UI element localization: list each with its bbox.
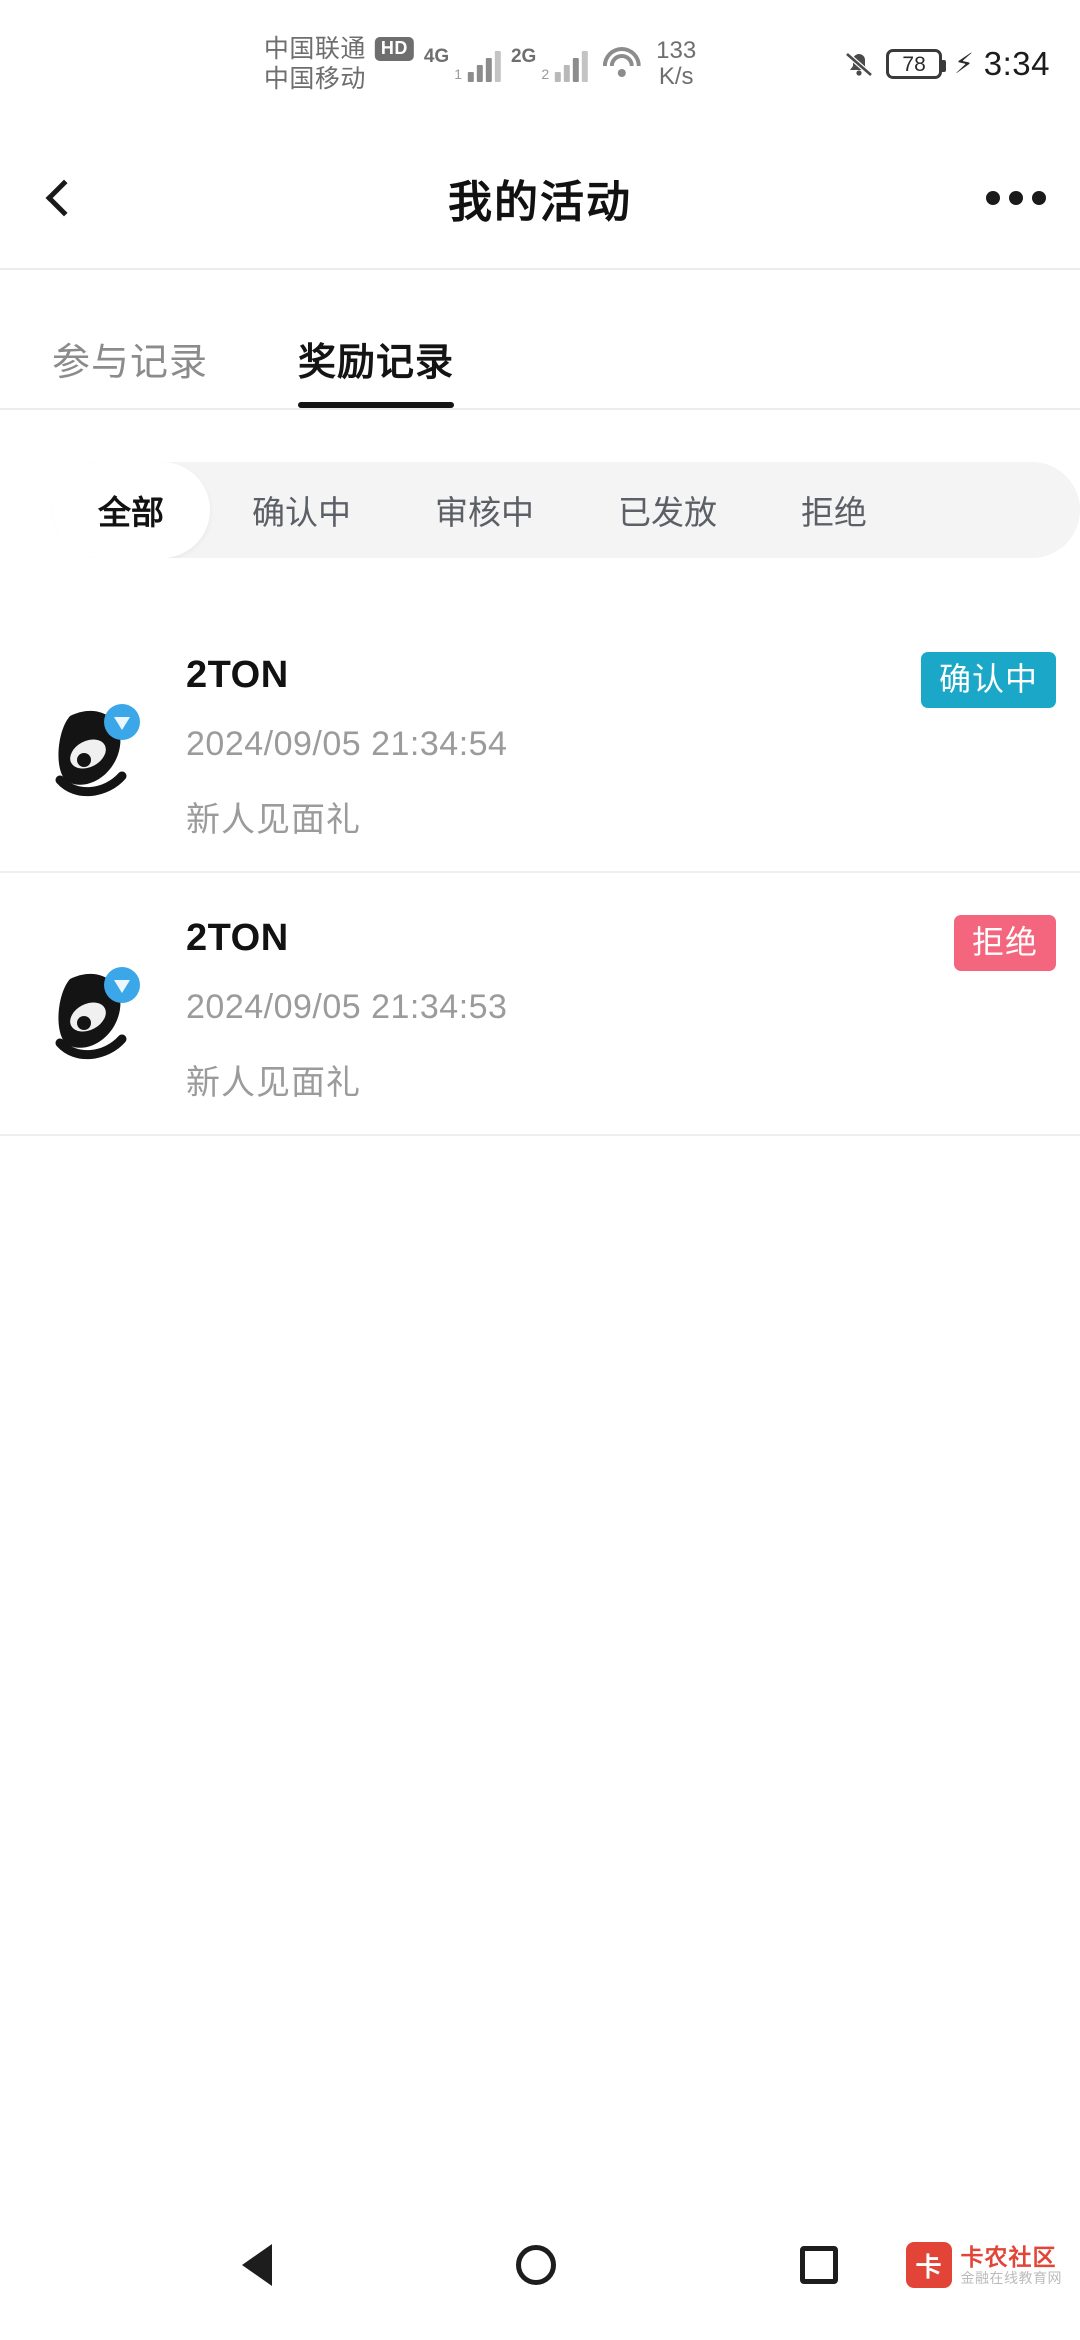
- status-badge: 确认中: [920, 652, 1056, 708]
- carrier-secondary-row: 中国移动: [264, 64, 414, 95]
- list-item-content: 2TON 2024/09/05 21:34:53 新人见面礼: [160, 907, 1040, 1104]
- carrier-primary-row: 中国联通 HD: [264, 34, 414, 65]
- watermark-subtitle: 金融在线教育网: [960, 2270, 1062, 2287]
- reward-timestamp: 2024/09/05 21:34:53: [186, 988, 508, 1026]
- signal-secondary-group: 2G 2: [510, 45, 589, 82]
- filter-section: 全部 确认中 审核中 已发放 拒绝: [0, 410, 1080, 558]
- page-title: 我的活动: [448, 178, 632, 227]
- dot-icon: [1009, 191, 1023, 205]
- android-nav-bar: 卡 卡农社区 金融在线教育网: [0, 2190, 1080, 2340]
- filter-chip-reviewing[interactable]: 审核中: [393, 462, 576, 558]
- status-bar: 中国联通 HD 中国移动 4G 1 2G 2 133 K/s 78 ⚡ 3:34: [0, 0, 1080, 128]
- ton-coin-icon: [40, 688, 160, 808]
- nav-recents-icon[interactable]: [800, 2246, 838, 2284]
- wifi-icon: [602, 47, 642, 79]
- watermark-text: 卡农社区 金融在线教育网: [961, 2244, 1063, 2287]
- signal-bars-primary-icon: [467, 48, 501, 82]
- charging-bolt-icon: ⚡: [954, 48, 974, 79]
- app-header: 我的活动: [0, 128, 1080, 270]
- reward-description: 新人见面礼: [186, 801, 361, 839]
- network-speed-value: 133: [656, 36, 697, 64]
- reward-name: 2TON: [186, 917, 289, 959]
- clock-label: 3:34: [983, 45, 1050, 82]
- battery-icon: 78: [886, 49, 947, 79]
- list-item[interactable]: 2TON 2024/09/05 21:34:53 新人见面礼 拒绝: [0, 873, 1080, 1136]
- reward-records-list: 2TON 2024/09/05 21:34:54 新人见面礼 确认中 2TON: [0, 610, 1080, 2190]
- filter-chip-all[interactable]: 全部: [52, 462, 210, 558]
- battery-percent-label: 78: [902, 52, 926, 76]
- network-type-primary-label: 4G: [423, 45, 450, 67]
- reward-name: 2TON: [186, 654, 289, 696]
- list-item-content: 2TON 2024/09/05 21:34:54 新人见面礼: [160, 644, 1040, 841]
- network-type-secondary-label: 2G: [510, 45, 537, 67]
- sim2-indicator: 2: [541, 65, 550, 82]
- carrier-secondary-label: 中国移动: [263, 65, 366, 93]
- carrier-primary-label: 中国联通: [263, 34, 366, 63]
- signal-bars-secondary-icon: [555, 48, 589, 82]
- reward-timestamp: 2024/09/05 21:34:54: [186, 725, 508, 763]
- status-badge: 拒绝: [953, 915, 1056, 971]
- status-bar-center: 中国联通 HD 中国移动 4G 1 2G 2 133 K/s: [264, 34, 696, 95]
- more-options-button[interactable]: [986, 191, 1046, 205]
- phone-screen: 中国联通 HD 中国移动 4G 1 2G 2 133 K/s 78 ⚡ 3:34…: [0, 0, 1080, 2340]
- tab-participation-records[interactable]: 参与记录: [52, 331, 208, 408]
- list-item[interactable]: 2TON 2024/09/05 21:34:54 新人见面礼 确认中: [0, 610, 1080, 873]
- network-speed-unit: K/s: [658, 63, 694, 90]
- bell-muted-icon: [842, 47, 876, 81]
- signal-primary-group: 4G 1: [424, 47, 501, 82]
- reward-description: 新人见面礼: [186, 1064, 361, 1102]
- watermark: 卡 卡农社区 金融在线教育网: [905, 2242, 1063, 2288]
- filter-chip-confirming[interactable]: 确认中: [210, 462, 393, 558]
- watermark-title: 卡农社区: [960, 2243, 1057, 2270]
- sim1-indicator: 1: [454, 65, 462, 82]
- carrier-labels: 中国联通 HD 中国移动: [264, 34, 414, 95]
- filter-chip-bar: 全部 确认中 审核中 已发放 拒绝: [52, 462, 1080, 558]
- hd-badge: HD: [374, 36, 414, 61]
- ton-coin-icon: [40, 951, 160, 1071]
- dot-icon: [1032, 191, 1046, 205]
- tab-reward-records[interactable]: 奖励记录: [298, 331, 455, 408]
- watermark-logo-icon: 卡: [905, 2242, 952, 2288]
- network-speed-indicator: 133 K/s: [656, 36, 697, 91]
- filter-chip-issued[interactable]: 已发放: [576, 462, 759, 558]
- nav-home-icon[interactable]: [516, 2245, 556, 2285]
- dot-icon: [986, 191, 1000, 205]
- status-bar-right: 78 ⚡ 3:34: [842, 45, 1050, 83]
- tab-bar: 参与记录 奖励记录: [0, 270, 1080, 410]
- filter-chip-rejected[interactable]: 拒绝: [759, 462, 909, 558]
- nav-back-icon[interactable]: [242, 2244, 272, 2286]
